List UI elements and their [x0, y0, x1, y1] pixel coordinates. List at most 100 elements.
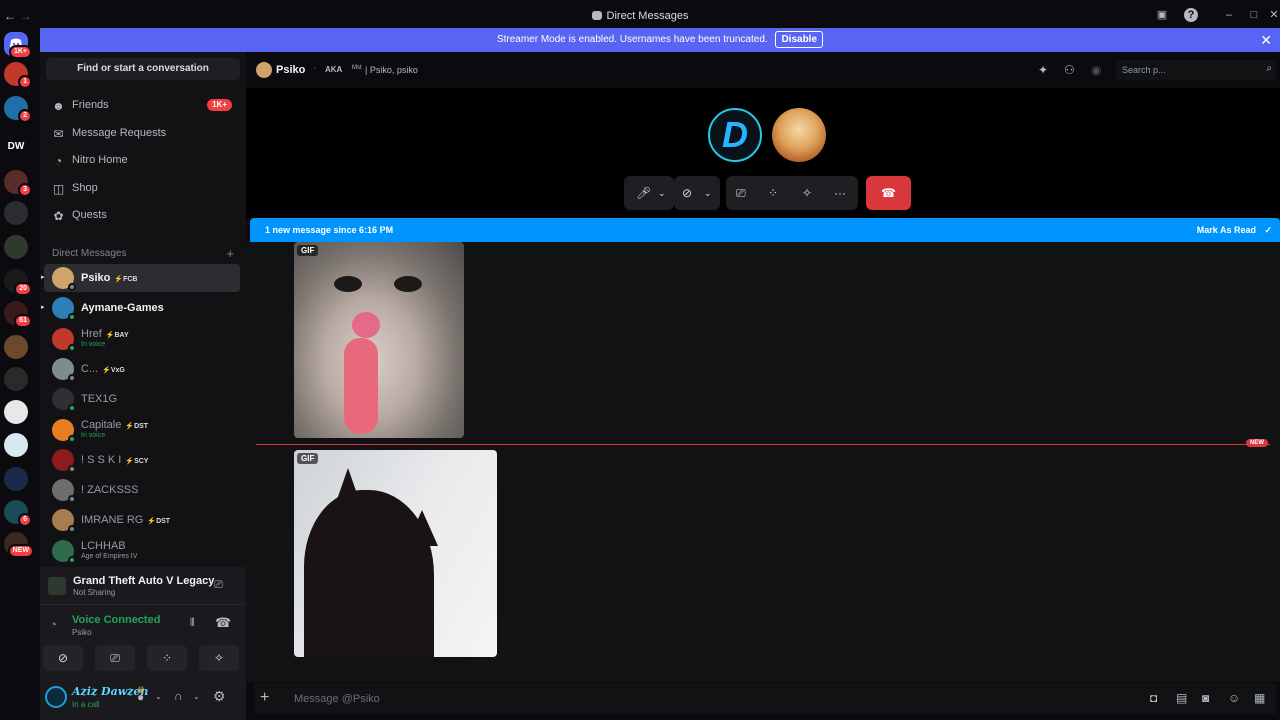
close-window-icon[interactable]: ✕: [1267, 8, 1280, 22]
gif-attachment-cat-tongue[interactable]: GIF: [294, 242, 464, 438]
connection-icon[interactable]: ◔: [50, 619, 57, 631]
disconnect-icon[interactable]: ☎: [215, 615, 231, 631]
nav-shop[interactable]: ◫ Shop: [52, 177, 232, 199]
search-icon[interactable]: ⌕: [1266, 63, 1272, 74]
recipient-avatar[interactable]: [256, 62, 272, 78]
server-label: DW: [7, 141, 25, 152]
message-input[interactable]: Message @Psiko: [294, 693, 380, 705]
profile-icon[interactable]: ◉: [1091, 63, 1101, 77]
dm-item[interactable]: IMRANE RG ⚡DST: [44, 506, 240, 534]
server-icon[interactable]: 6: [4, 500, 32, 527]
camera-button[interactable]: ⊘ ⌄: [674, 176, 720, 210]
server-list: 1K+ 1 2 DW 3 20 61 6 NEW: [0, 28, 34, 720]
dm-item[interactable]: C... ⚡VxG: [44, 355, 240, 383]
mark-read-icon[interactable]: ✓: [1264, 218, 1272, 242]
upload-plus-icon[interactable]: +: [260, 689, 269, 707]
self-avatar[interactable]: D: [708, 108, 762, 162]
dm-subtext: Age of Empires IV: [81, 552, 138, 560]
server-icon[interactable]: 61: [4, 301, 32, 328]
server-icon[interactable]: [4, 367, 28, 391]
sticker-icon[interactable]: ◙: [1202, 691, 1209, 705]
server-icon[interactable]: 1: [4, 62, 32, 89]
chevron-down-icon[interactable]: ⌄: [193, 692, 200, 701]
nav-friends[interactable]: ☻ Friends 1K+: [52, 94, 232, 116]
maximize-icon[interactable]: □: [1247, 8, 1261, 22]
dm-name: Aymane-Games: [81, 302, 164, 314]
noise-suppression-icon[interactable]: ⫴: [190, 617, 195, 630]
recipient-name[interactable]: Psiko: [276, 64, 305, 76]
headset-icon[interactable]: ∩: [174, 689, 183, 703]
minimize-icon[interactable]: –: [1222, 8, 1236, 22]
server-icon[interactable]: [4, 201, 28, 225]
video-off-button[interactable]: ⊘: [43, 645, 83, 671]
activities-icon[interactable]: ⁘: [768, 176, 778, 210]
gif-attachment-black-cat[interactable]: GIF: [294, 450, 497, 657]
dm-name: TEX1G: [81, 393, 117, 405]
gif-picker-icon[interactable]: ▤: [1176, 691, 1187, 705]
dm-name-text: LCHHAB: [81, 539, 126, 552]
recipient-call-avatar[interactable]: [772, 108, 826, 162]
soundboard-button[interactable]: ✧: [199, 645, 239, 671]
create-dm-icon[interactable]: +: [226, 246, 234, 261]
search-input[interactable]: Search p...: [1122, 65, 1166, 75]
dm-item[interactable]: Href ⚡BAY In voice: [44, 325, 240, 353]
help-icon[interactable]: ?: [1184, 8, 1198, 22]
chevron-down-icon[interactable]: ⌄: [155, 692, 162, 701]
server-icon[interactable]: DW: [4, 135, 28, 159]
dm-item[interactable]: ! ZACKSSS: [44, 476, 240, 504]
shop-icon: ◫: [52, 182, 65, 196]
apps-icon[interactable]: ▦: [1254, 691, 1265, 705]
dm-name-text: TEX1G: [81, 393, 118, 406]
server-icon[interactable]: [4, 235, 28, 259]
add-friends-icon[interactable]: ⚇: [1064, 63, 1075, 77]
dm-item[interactable]: TEX1G: [44, 385, 240, 413]
server-icon[interactable]: [4, 400, 28, 424]
new-messages-text: 1 new message since 6:16 PM: [265, 225, 394, 235]
activities-button[interactable]: ⁘: [147, 645, 187, 671]
mark-as-read-button[interactable]: Mark As Read: [1197, 218, 1256, 242]
disable-streamer-button[interactable]: Disable: [775, 31, 824, 48]
nav-nitro-home[interactable]: ◔ Nitro Home: [52, 149, 232, 171]
avatar[interactable]: [45, 686, 67, 708]
server-icon[interactable]: [4, 335, 28, 359]
voice-title[interactable]: Voice Connected: [72, 614, 160, 626]
search-box[interactable]: Search p... ⌕: [1116, 60, 1276, 80]
voice-buttons: ⊘ ⎚ ⁘ ✧: [40, 643, 246, 673]
more-icon[interactable]: ···: [834, 176, 846, 210]
screen-share-button[interactable]: ⎚: [95, 645, 135, 671]
screen-share-icon[interactable]: ⎚: [736, 176, 746, 210]
current-user: Aziz Dawzen In a call ♛ ● ⌄ ∩ ⌄ ⚙: [40, 675, 246, 720]
nav-message-requests[interactable]: ✉ Message Requests: [52, 122, 232, 144]
find-conversation-button[interactable]: Find or start a conversation: [46, 58, 240, 80]
dm-item[interactable]: LCHHAB Age of Empires IV: [44, 537, 240, 565]
soundboard-icon[interactable]: ✧: [802, 176, 812, 210]
header-divider: ·: [313, 62, 317, 74]
inbox-icon[interactable]: ▣: [1155, 8, 1169, 22]
server-icon[interactable]: [4, 433, 28, 457]
dm-item[interactable]: Capitale ⚡DST In voice: [44, 416, 240, 444]
close-banner-icon[interactable]: ✕: [1260, 28, 1272, 52]
dm-item[interactable]: ▸ Psiko ⚡FCB: [41, 264, 240, 292]
server-icon[interactable]: [4, 467, 28, 491]
home-dm-button[interactable]: 1K+: [4, 32, 32, 59]
server-icon[interactable]: 2: [4, 96, 32, 123]
leave-call-button[interactable]: ☎: [866, 176, 911, 210]
dm-item[interactable]: ! S S K I ⚡SCY: [44, 446, 240, 474]
emoji-icon[interactable]: ☺: [1228, 691, 1240, 705]
pin-icon[interactable]: ✦: [1038, 63, 1048, 77]
server-icon[interactable]: 3: [4, 170, 32, 197]
cat-tongue: [344, 338, 378, 434]
nav-quests[interactable]: ✿ Quests: [52, 204, 232, 226]
share-screen-icon[interactable]: ⎚: [214, 579, 223, 592]
server-icon[interactable]: 20: [4, 269, 32, 296]
settings-gear-icon[interactable]: ⚙: [213, 688, 226, 705]
mute-button[interactable]: 🎤︎ ⌄: [624, 176, 674, 210]
activity-title: Grand Theft Auto V Legacy: [73, 575, 215, 587]
new-messages-bar[interactable]: 1 new message since 6:16 PM Mark As Read…: [250, 218, 1280, 242]
server-badge: 1: [18, 75, 32, 89]
gift-icon[interactable]: ◘: [1150, 691, 1157, 705]
server-icon[interactable]: NEW: [4, 532, 34, 558]
mic-icon[interactable]: ●: [137, 690, 144, 704]
server-badge: 2: [18, 109, 32, 123]
dm-item[interactable]: ▸ Aymane-Games: [41, 294, 240, 322]
